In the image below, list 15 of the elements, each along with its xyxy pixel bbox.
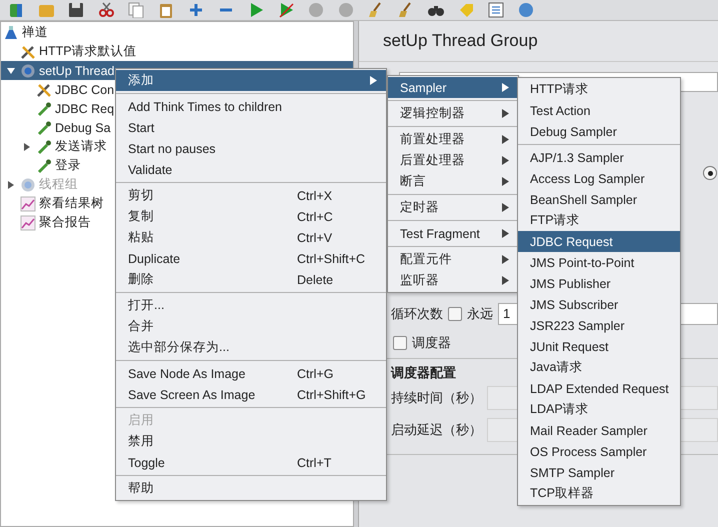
forever-label: 永远 [467, 305, 493, 323]
field-label: 启动延迟（秒） [390, 421, 483, 439]
scheduler-label: 调度器 [412, 334, 451, 352]
shortcut-label: Ctrl+V [297, 230, 334, 244]
shortcut-label: Ctrl+C [297, 210, 334, 224]
loop-count-label: 循环次数 [391, 305, 443, 323]
panel-title: setUp Thread Group [359, 21, 718, 62]
shortcut-label: Ctrl+X [297, 188, 334, 202]
section-title: 调度器配置 [391, 364, 456, 382]
shortcut-label: Ctrl+Shift+C [297, 252, 366, 266]
field-label: 持续时间（秒） [390, 389, 483, 407]
shortcut-label: Ctrl+G [297, 366, 334, 380]
shortcut-label: Delete [297, 272, 334, 286]
shortcut-label: Ctrl+T [297, 456, 332, 470]
shortcut-label: Ctrl+Shift+G [297, 388, 367, 402]
